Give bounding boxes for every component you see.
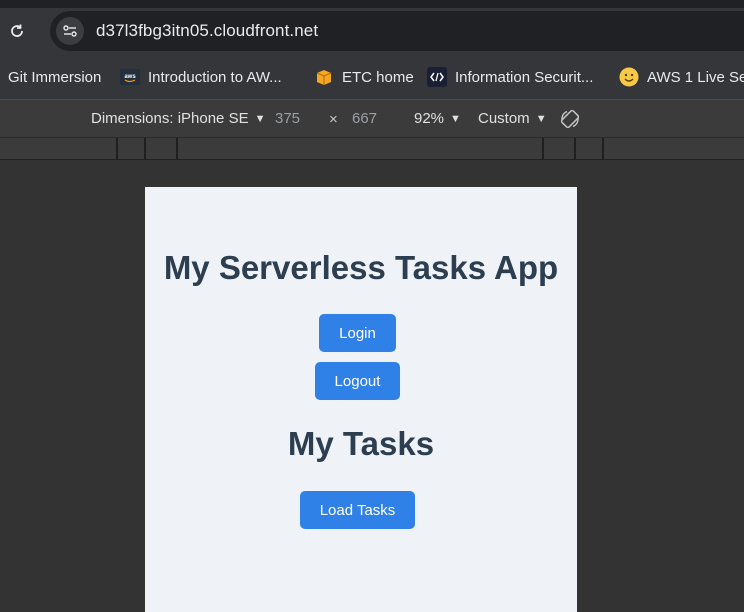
bookmark-label: ETC home [342,68,414,86]
device-viewport: My Serverless Tasks App Login Logout My … [145,187,577,612]
bookmark-label: Introduction to AW... [148,68,282,86]
device-toolbar: Dimensions: iPhone SE ▼ 375 × 667 92% ▼ … [0,100,744,138]
tasks-heading: My Tasks [287,425,435,462]
package-icon [314,67,334,87]
chevron-down-icon: ▼ [450,112,461,125]
ruler-tick [542,138,544,160]
zoom-value: 92% [414,110,445,127]
ruler-tick [176,138,178,160]
rotate-icon[interactable] [559,108,581,130]
chevron-down-icon: ▼ [254,112,266,125]
bookmark-label: AWS 1 Live Ses [647,68,744,86]
dimensions-label: Dimensions: iPhone SE [91,110,249,127]
ruler-tick [144,138,146,160]
svg-text:aws: aws [124,74,136,80]
load-tasks-button[interactable]: Load Tasks [300,491,415,529]
media-query-ruler [0,138,744,160]
height-input[interactable]: 667 [352,110,377,127]
bookmark-aws-live-session[interactable]: AWS 1 Live Ses [619,67,744,87]
ruler-tick [116,138,118,160]
aws-logo-icon: aws [120,67,140,87]
throttle-select[interactable]: Custom ▼ [478,110,547,127]
omnibox[interactable]: d37l3fbg3itn05.cloudfront.net [50,11,744,51]
code-icon [427,67,447,87]
logout-button[interactable]: Logout [315,362,400,400]
bookmark-introduction-to-aws[interactable]: aws Introduction to AW... [120,67,282,87]
bookmark-etc-home[interactable]: ETC home [314,67,414,87]
emulation-canvas: My Serverless Tasks App Login Logout My … [0,161,744,612]
reload-icon[interactable] [6,20,28,42]
times-icon: × [329,111,338,128]
app-title: My Serverless Tasks App [163,249,559,286]
address-bar-row: d37l3fbg3itn05.cloudfront.net [0,8,744,54]
bookmark-git-immersion[interactable]: Git Immersion [8,67,101,87]
zoom-select[interactable]: 92% ▼ [414,110,461,127]
bookmark-label: Git Immersion [8,68,102,86]
dimensions-select[interactable]: Dimensions: iPhone SE ▼ [91,110,265,127]
bookmark-label: Information Securit... [455,68,594,86]
url-text[interactable]: d37l3fbg3itn05.cloudfront.net [96,21,318,41]
site-info-icon[interactable] [56,17,84,45]
browser-top-strip [0,0,744,8]
ruler-tick [602,138,604,160]
login-button[interactable]: Login [319,314,396,352]
smiley-icon [619,67,639,87]
bookmark-information-security[interactable]: Information Securit... [427,67,593,87]
throttle-value: Custom [478,110,530,127]
chevron-down-icon: ▼ [535,112,547,125]
ruler-tick [574,138,576,160]
width-input[interactable]: 375 [275,110,300,127]
bookmarks-bar: Git Immersion aws Introduction to AW... … [0,54,744,100]
